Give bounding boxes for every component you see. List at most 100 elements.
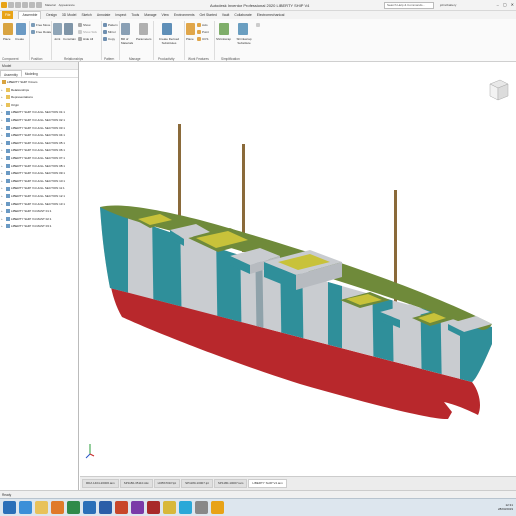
minimize-icon[interactable]: – <box>497 2 499 7</box>
word-icon[interactable] <box>99 501 112 514</box>
system-clock[interactable]: 12:31 28/03/2019 <box>498 503 513 511</box>
shrinkwrap-button[interactable]: Shrinkwrap <box>216 37 231 41</box>
tree-item[interactable]: + LIBERTY SHIP V4 HULL SECTION 06:1 <box>0 147 78 155</box>
skype-icon[interactable] <box>179 501 192 514</box>
tree-item[interactable]: + LIBERTY SHIP V4 HULL SECTION 09:1 <box>0 170 78 178</box>
tree-item[interactable]: + LIBERTY SHIP V4 HULL SECTION 02:1 <box>0 117 78 125</box>
explorer-icon[interactable] <box>35 501 48 514</box>
free-rotate-icon[interactable] <box>31 30 35 34</box>
redo-icon[interactable] <box>36 2 42 8</box>
tree-folder-representations[interactable]: + Representations <box>0 94 78 102</box>
tree-item[interactable]: + LIBERTY SHIP V4 HULL SECTION 01:1 <box>0 109 78 117</box>
browser-header[interactable]: Model <box>0 62 78 70</box>
expand-icon[interactable]: + <box>1 117 3 125</box>
tab-vault[interactable]: Vault <box>222 13 229 17</box>
show-button[interactable]: Show <box>83 23 91 27</box>
panel-component[interactable]: Component <box>2 57 18 61</box>
tree-item[interactable]: + LIBERTY SHIP V4 HULL SECTION 08:1 <box>0 163 78 171</box>
tab-assembly[interactable]: Assembly <box>0 70 22 77</box>
copy-icon[interactable] <box>103 37 107 41</box>
tree-item[interactable]: + LIBERTY SHIP V4 HULL SECTION 10:1 <box>0 178 78 186</box>
tree-item[interactable]: + LIBERTY SHIP V4 HULL SECTION 11:1 <box>0 185 78 193</box>
save-icon[interactable] <box>22 2 28 8</box>
close-icon[interactable]: ✕ <box>511 2 514 7</box>
material-dropdown[interactable]: Material <box>45 2 56 8</box>
free-rotate-button[interactable]: Free Rotate <box>36 30 52 34</box>
expand-icon[interactable]: + <box>1 178 3 186</box>
user-account[interactable]: johncbattery <box>440 3 456 7</box>
doc-tab-active[interactable]: LIBERTY SHIP V4.iam <box>248 479 287 488</box>
tab-annotate[interactable]: Annotate <box>97 13 111 17</box>
point-button[interactable]: Point <box>202 30 209 34</box>
parameters-icon[interactable] <box>139 23 148 35</box>
expand-icon[interactable]: + <box>1 102 3 110</box>
open-icon[interactable] <box>15 2 21 8</box>
tab-collaborate[interactable]: Collaborate <box>234 13 251 17</box>
onenote-icon[interactable] <box>131 501 144 514</box>
tree-item[interactable]: + LIBERTY SHIP V4 MAST 03:1 <box>0 223 78 231</box>
bill-of-materials-icon[interactable] <box>121 23 130 35</box>
tree-item[interactable]: + LIBERTY SHIP V4 MAST 01:1 <box>0 208 78 216</box>
place-icon[interactable] <box>3 23 13 35</box>
expand-icon[interactable]: + <box>1 109 3 117</box>
undo-icon[interactable] <box>29 2 35 8</box>
tree-item[interactable]: + LIBERTY SHIP V4 HULL SECTION 07:1 <box>0 155 78 163</box>
tab-manage[interactable]: Manage <box>144 13 156 17</box>
tab-tools[interactable]: Tools <box>131 13 139 17</box>
tab-3d-model[interactable]: 3D Model <box>62 13 77 17</box>
expand-icon[interactable]: + <box>1 155 3 163</box>
free-move-button[interactable]: Free Move <box>36 23 50 27</box>
panel-position[interactable]: Position <box>31 57 42 61</box>
expand-icon[interactable]: + <box>1 193 3 201</box>
constrain-icon[interactable] <box>64 23 73 35</box>
create-button[interactable]: Create <box>15 37 24 41</box>
expand-icon[interactable]: + <box>1 125 3 133</box>
expand-icon[interactable]: + <box>1 208 3 216</box>
expand-icon[interactable]: + <box>1 163 3 171</box>
expand-icon[interactable]: + <box>1 140 3 148</box>
expand-icon[interactable]: + <box>1 94 3 102</box>
show-sick-button[interactable]: Show Sick <box>83 30 97 34</box>
panel-work-features[interactable]: Work Features <box>188 57 209 61</box>
new-icon[interactable] <box>8 2 14 8</box>
excel-icon[interactable] <box>67 501 80 514</box>
ucs-icon[interactable] <box>197 37 201 41</box>
joint-icon[interactable] <box>53 23 62 35</box>
outlook-icon[interactable] <box>83 501 96 514</box>
panel-relationships[interactable]: Relationships <box>64 57 83 61</box>
expand-icon[interactable]: + <box>1 223 3 231</box>
tab-electromechanical[interactable]: Electromechanical <box>257 13 285 17</box>
mirror-icon[interactable] <box>103 30 107 34</box>
expand-icon[interactable]: + <box>1 147 3 155</box>
create-derived-substitutes-button[interactable]: Create Derived Substitutes <box>155 37 183 45</box>
doc-tab[interactable]: SP1180-10007.iam <box>213 479 248 488</box>
shrinkwrap-substitute-icon[interactable] <box>238 23 248 35</box>
doc-tab[interactable]: RDA 1404-20006.iam <box>82 479 119 488</box>
copy-button[interactable]: Copy <box>108 37 115 41</box>
search-input[interactable]: Search Help & Commands... <box>384 2 434 9</box>
tab-file[interactable]: File <box>2 11 14 19</box>
plane-icon[interactable] <box>186 23 195 35</box>
show-icon[interactable] <box>78 23 82 27</box>
axis-icon[interactable] <box>197 23 201 27</box>
expand-icon[interactable]: + <box>1 185 3 193</box>
tab-get-started[interactable]: Get Started <box>200 13 217 17</box>
tree-item[interactable]: + LIBERTY SHIP V4 HULL SECTION 13:1 <box>0 201 78 209</box>
expand-icon[interactable]: + <box>1 132 3 140</box>
free-move-icon[interactable] <box>31 23 35 27</box>
hide-all-icon[interactable] <box>78 37 82 41</box>
tree-item[interactable]: + LIBERTY SHIP V4 HULL SECTION 12:1 <box>0 193 78 201</box>
media-icon[interactable] <box>51 501 64 514</box>
tab-sketch[interactable]: Sketch <box>81 13 91 17</box>
plane-button[interactable]: Plane <box>186 37 194 41</box>
bill-of-materials-button[interactable]: Bill of Materials <box>121 37 135 45</box>
ucs-button[interactable]: UCS <box>202 37 208 41</box>
overflow-icon[interactable] <box>256 23 260 27</box>
powerpoint-icon[interactable] <box>115 501 128 514</box>
pattern-button[interactable]: Pattern <box>108 23 118 27</box>
hide-all-button[interactable]: Hide All <box>83 37 93 41</box>
doc-tab[interactable]: SP1180-35110.idw <box>119 479 153 488</box>
create-derived-substitutes-icon[interactable] <box>162 23 172 35</box>
graphics-viewport[interactable] <box>80 62 516 476</box>
settings-icon[interactable] <box>195 501 208 514</box>
